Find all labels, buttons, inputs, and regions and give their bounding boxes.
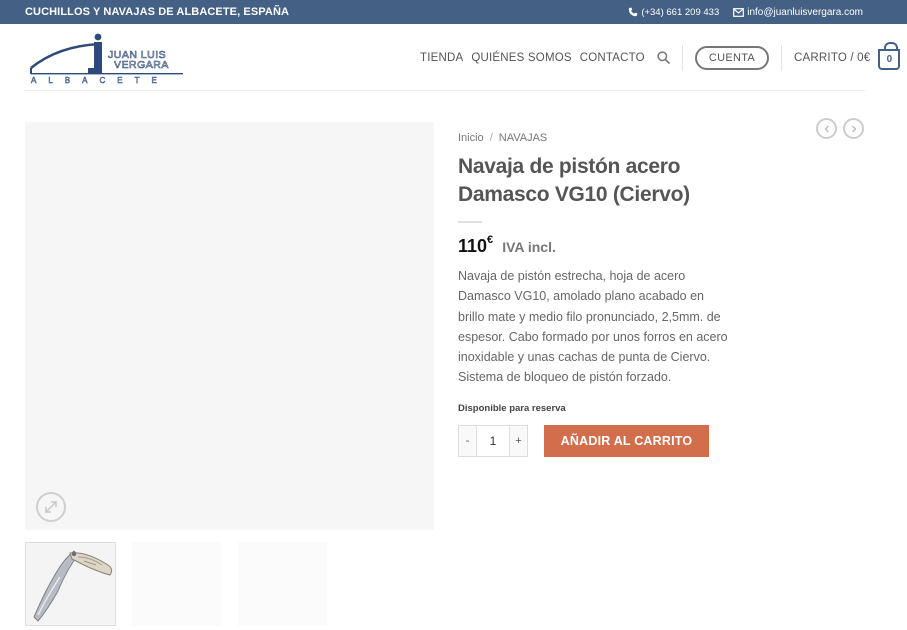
phone-icon xyxy=(629,7,638,17)
cart-link[interactable]: CARRITO / 0€ xyxy=(794,52,870,64)
title-divider xyxy=(458,221,482,223)
top-bar-tagline: CUCHILLOS Y NAVAJAS DE ALBACETE, ESPAÑA xyxy=(25,6,290,18)
cart-icon[interactable]: 0 xyxy=(878,42,901,70)
product-title: Navaja de pistón acero Damasco VG10 (Cie… xyxy=(458,155,690,206)
previous-product-button[interactable] xyxy=(816,118,837,139)
phone-link[interactable]: (+34) 661 209 433 xyxy=(628,7,719,18)
phone-number: (+34) 661 209 433 xyxy=(641,6,720,18)
knife-thumbnail-image xyxy=(26,543,115,625)
email-link[interactable]: info@juanluisvergara.com xyxy=(733,7,863,18)
product-main-image[interactable] xyxy=(25,122,434,530)
top-bar-contact: (+34) 661 209 433 info@juanluisvergara.c… xyxy=(628,0,863,24)
price-tax-label: IVA incl. xyxy=(502,239,556,255)
email-address: info@juanluisvergara.com xyxy=(747,6,863,18)
main-nav: TIENDA QUIÉNES SOMOS CONTACTO CUENTA CAR… xyxy=(420,24,901,91)
chevron-right-icon xyxy=(851,125,856,132)
product-description: Navaja de pistón estrecha, hoja de acero… xyxy=(458,269,728,385)
nav-item-tienda[interactable]: TIENDA xyxy=(420,52,463,64)
product-price: 110€ IVA incl. xyxy=(458,234,556,257)
stock-status: Disponible para reserva xyxy=(458,403,566,414)
quantity-stepper: - 1 + xyxy=(458,425,528,457)
product-thumbnail[interactable] xyxy=(238,542,327,626)
search-button[interactable] xyxy=(657,51,670,64)
breadcrumb: Inicio / NAVAJAS xyxy=(458,132,547,144)
product-thumbnail[interactable] xyxy=(132,542,221,626)
price-currency: € xyxy=(487,234,494,246)
breadcrumb-home[interactable]: Inicio xyxy=(458,132,484,144)
quantity-increase-button[interactable]: + xyxy=(509,425,528,457)
logo-line3: ALBACETE xyxy=(31,76,169,84)
top-bar: CUCHILLOS Y NAVAJAS DE ALBACETE, ESPAÑA … xyxy=(0,0,907,24)
cart-count: 0 xyxy=(886,54,893,65)
breadcrumb-category[interactable]: NAVAJAS xyxy=(499,132,548,144)
quantity-input[interactable]: 1 xyxy=(477,425,509,457)
nav-item-contacto[interactable]: CONTACTO xyxy=(580,52,645,64)
chevron-left-icon xyxy=(824,125,829,132)
site-header: JUAN LUIS VERGARA ALBACETE TIENDA QUIÉNE… xyxy=(0,24,907,91)
next-product-button[interactable] xyxy=(843,118,864,139)
nav-item-quienes-somos[interactable]: QUIÉNES SOMOS xyxy=(471,52,571,64)
search-icon xyxy=(657,51,670,64)
logo-line2: VERGARA xyxy=(114,59,169,71)
expand-icon xyxy=(45,501,57,513)
nav-divider xyxy=(681,44,683,71)
price-amount: 110 xyxy=(458,236,488,256)
zoom-button[interactable] xyxy=(36,492,66,522)
account-button[interactable]: CUENTA xyxy=(694,45,770,70)
product-thumbnail[interactable] xyxy=(25,542,116,626)
breadcrumb-divider: / xyxy=(489,132,493,144)
nav-divider xyxy=(781,44,783,71)
header-divider xyxy=(25,90,865,91)
add-to-cart-button[interactable]: AÑADIR AL CARRITO xyxy=(544,425,709,457)
site-logo[interactable]: JUAN LUIS VERGARA ALBACETE xyxy=(28,32,188,84)
envelope-icon xyxy=(733,7,745,17)
quantity-decrease-button[interactable]: - xyxy=(458,425,477,457)
